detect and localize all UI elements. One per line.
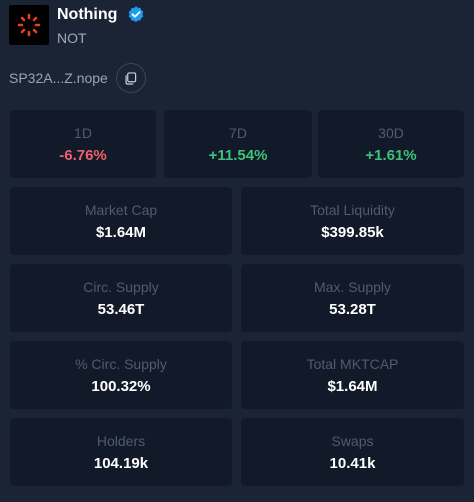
change-label: 1D	[74, 124, 92, 141]
change-value: +11.54%	[208, 146, 268, 164]
stat-label: Circ. Supply	[83, 278, 159, 295]
token-symbol: NOT	[57, 29, 87, 46]
change-card-30d: 30D +1.61%	[318, 110, 464, 178]
stat-value: 104.19k	[93, 454, 149, 472]
stat-card-total-liquidity: Total Liquidity $399.85k	[241, 187, 464, 255]
stat-label: Market Cap	[84, 201, 158, 218]
stat-label: % Circ. Supply	[75, 355, 167, 372]
stat-label: Total MKTCAP	[306, 355, 399, 372]
token-overview-panel: Nothing NOT SP32A...Z.nope 1D -6.76% 7D …	[0, 0, 474, 502]
contract-address-row: SP32A...Z.nope	[9, 63, 146, 93]
token-name-row: Nothing	[57, 5, 146, 25]
stat-card-holders: Holders 104.19k	[10, 418, 232, 486]
copy-icon	[124, 71, 137, 85]
change-card-7d: 7D +11.54%	[164, 110, 312, 178]
change-label: 30D	[378, 124, 404, 141]
stat-value: $1.64M	[327, 377, 378, 395]
token-title-block: Nothing NOT	[57, 5, 146, 46]
token-name: Nothing	[57, 5, 118, 23]
stat-card-swaps: Swaps 10.41k	[241, 418, 464, 486]
contract-address: SP32A...Z.nope	[9, 70, 108, 86]
stat-label: Holders	[96, 432, 146, 449]
verified-badge-icon	[126, 5, 146, 25]
stat-card-total-mktcap: Total MKTCAP $1.64M	[241, 341, 464, 409]
stat-label: Swaps	[331, 432, 374, 449]
nothing-logo-icon	[9, 5, 49, 45]
stat-label: Max. Supply	[313, 278, 392, 295]
change-value: +1.61%	[365, 146, 417, 164]
stat-card-market-cap: Market Cap $1.64M	[10, 187, 232, 255]
stat-value: $399.85k	[321, 223, 384, 241]
stat-card-circ-supply: Circ. Supply 53.46T	[10, 264, 232, 332]
change-label: 7D	[229, 124, 247, 141]
change-value: -6.76%	[59, 146, 107, 164]
copy-address-button[interactable]	[115, 63, 146, 93]
token-header: Nothing NOT	[9, 5, 146, 46]
stat-value: $1.64M	[95, 223, 147, 241]
stat-value: 100.32%	[91, 377, 151, 395]
stat-label: Total Liquidity	[310, 201, 395, 218]
change-card-1d: 1D -6.76%	[10, 110, 156, 178]
stat-value: 10.41k	[329, 454, 376, 472]
stat-card-pct-circ-supply: % Circ. Supply 100.32%	[10, 341, 232, 409]
stat-value: 53.46T	[97, 300, 145, 318]
stat-value: 53.28T	[329, 300, 376, 318]
stat-card-max-supply: Max. Supply 53.28T	[241, 264, 464, 332]
